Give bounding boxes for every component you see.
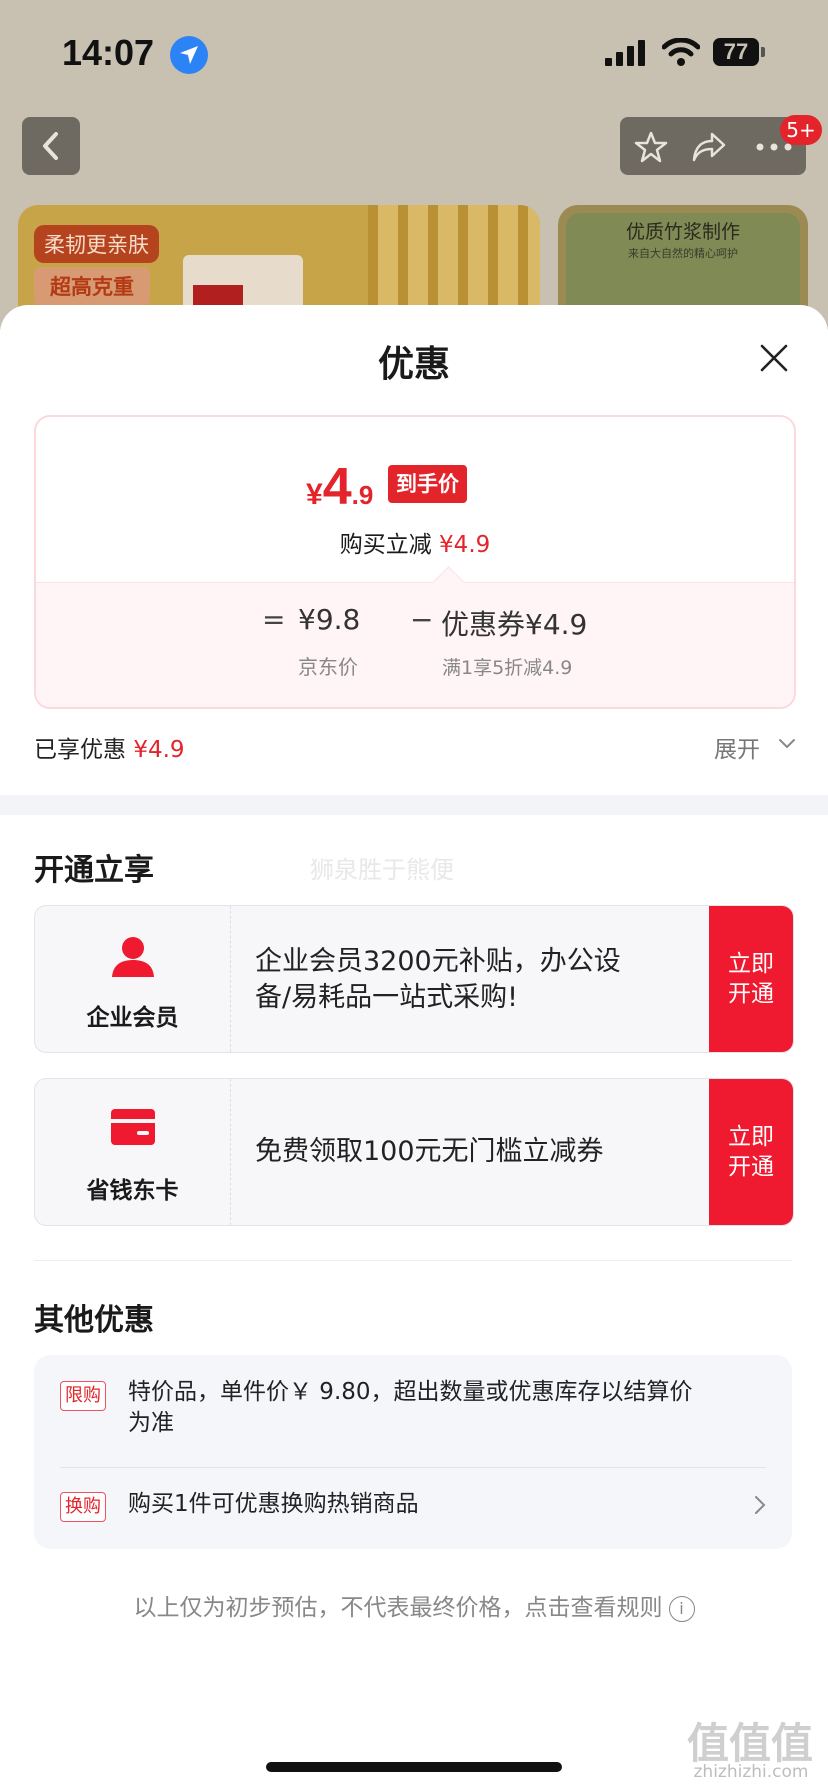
banner2-title: 优质竹浆制作 (625, 221, 740, 243)
coupon-amount: 优惠券¥4.9 (441, 608, 588, 641)
corner-watermark-site: zhizhizhi.com (693, 1762, 809, 1782)
open-now-line1: 立即 (728, 1124, 774, 1150)
limit-text-line2: 为准 (128, 1410, 174, 1436)
coupon-rule: 满1享5折减4.9 (442, 657, 573, 679)
sheet-title: 优惠 (377, 344, 450, 385)
final-price: ¥4.9 (306, 457, 373, 517)
image-watermark: 狮泉胜于熊便 (310, 856, 454, 884)
back-button[interactable] (22, 117, 80, 175)
jd-price-label: 京东价 (298, 655, 358, 679)
final-price-tag: 到手价 (388, 465, 467, 503)
section-divider (0, 795, 828, 815)
cellular-signal-icon (605, 40, 645, 66)
other-discounts: 限购 特价品，单件价￥ 9.80，超出数量或优惠库存以结算价 为准 换购 购买1… (34, 1355, 792, 1549)
open-now-button[interactable]: 立即 开通 (709, 906, 793, 1052)
user-icon (112, 937, 154, 977)
card-icon (111, 1109, 155, 1145)
limit-text-line1: 特价品，单件价￥ 9.80，超出数量或优惠库存以结算价 (128, 1379, 693, 1405)
more-icon[interactable] (756, 143, 792, 151)
card-desc-line1: 免费领取100元无门槛立减券 (255, 1136, 604, 1167)
close-icon[interactable] (756, 340, 792, 376)
location-arrow-icon (170, 36, 208, 74)
banner2-subtitle: 来自大自然的精心呵护 (628, 247, 738, 260)
saving-card[interactable]: 省钱东卡 免费领取100元无门槛立减券 立即 开通 (34, 1078, 794, 1226)
card-description: 免费领取100元无门槛立减券 (255, 1134, 604, 1170)
rules-footnote[interactable]: 以上仅为初步预估，不代表最终价格，点击查看规则 i (0, 1588, 828, 1622)
price-breakdown: = ¥9.8 − 优惠券¥4.9 京东价 满1享5折减4.9 (36, 566, 794, 707)
enjoyed-value: ¥4.9 (133, 737, 185, 763)
home-indicator[interactable] (266, 1762, 562, 1772)
exchange-row[interactable]: 购买1件可优惠换购热销商品 (128, 1489, 419, 1520)
buy-reduce-label: 购买立减 (339, 532, 432, 558)
battery-icon: 77 (713, 38, 759, 66)
minus-sign: − (410, 603, 434, 636)
promo-pill-2: 超高克重 (34, 267, 150, 305)
price-integer: 4 (322, 458, 352, 516)
wifi-icon (662, 38, 700, 66)
open-now-line2: 开通 (728, 981, 774, 1007)
price-card-top: ¥4.9 到手价 购买立减 ¥4.9 (36, 417, 794, 582)
enjoyed-discount: 已享优惠 ¥4.9 (34, 730, 185, 764)
open-now-button[interactable]: 立即 开通 (709, 1079, 793, 1225)
exchange-tag: 换购 (60, 1492, 106, 1522)
chevron-left-icon (43, 132, 58, 160)
open-now-line1: 立即 (728, 951, 774, 977)
buy-reduce-value: ¥4.9 (439, 532, 491, 558)
divider (34, 1260, 792, 1261)
limit-tag: 限购 (60, 1381, 106, 1411)
status-bar: 14:07 77 (0, 0, 828, 100)
price-currency: ¥ (306, 478, 323, 511)
jd-price: ¥9.8 (298, 603, 361, 636)
expand-label: 展开 (714, 737, 760, 763)
card-name: 省钱东卡 (86, 1178, 179, 1204)
status-time: 14:07 (62, 32, 155, 73)
chevron-right-icon[interactable] (754, 1495, 766, 1515)
divider (60, 1467, 766, 1468)
enterprise-member-card[interactable]: 企业会员 企业会员3200元补贴，办公设 备/易耗品一站式采购! 立即 开通 (34, 905, 794, 1053)
expand-button[interactable]: 展开 (714, 730, 795, 764)
buy-reduce-line: 购买立减 ¥4.9 (36, 525, 794, 559)
background-page: 14:07 77 5+ 柔韧更亲肤 超高克重 优质竹浆制作 来自大自然的精心呵护 (0, 0, 828, 330)
promo-pill-1: 柔韧更亲肤 (34, 225, 159, 263)
chevron-down-icon (779, 739, 795, 749)
other-section-title: 其他优惠 (34, 1303, 154, 1338)
toolbar-actions (620, 117, 806, 175)
discount-sheet: 优惠 ¥4.9 到手价 购买立减 ¥4.9 = ¥9.8 − 优惠券¥4.9 京… (0, 305, 828, 1792)
card-desc-line2: 备/易耗品一站式采购! (255, 982, 518, 1013)
card-desc-line1: 企业会员3200元补贴，办公设 (255, 946, 621, 977)
card-left: 企业会员 (35, 906, 231, 1052)
open-now-line2: 开通 (728, 1154, 774, 1180)
card-left: 省钱东卡 (35, 1079, 231, 1225)
equals-sign: = (262, 603, 286, 636)
battery-tip (761, 47, 765, 57)
enjoyed-label: 已享优惠 (34, 737, 126, 763)
open-section-title: 开通立享 (34, 853, 154, 888)
limit-text: 特价品，单件价￥ 9.80，超出数量或优惠库存以结算价 为准 (128, 1377, 693, 1439)
star-icon[interactable] (634, 131, 668, 163)
card-description: 企业会员3200元补贴，办公设 备/易耗品一站式采购! (255, 944, 621, 1016)
more-badge: 5+ (780, 115, 822, 145)
price-card: ¥4.9 到手价 购买立减 ¥4.9 = ¥9.8 − 优惠券¥4.9 京东价 … (34, 415, 796, 709)
card-name: 企业会员 (86, 1005, 179, 1031)
price-decimal: .9 (351, 480, 374, 510)
footnote-text: 以上仅为初步预估，不代表最终价格，点击查看规则 (133, 1595, 663, 1621)
info-icon[interactable]: i (668, 1595, 695, 1622)
share-icon[interactable] (692, 131, 726, 163)
exchange-text: 购买1件可优惠换购热销商品 (128, 1491, 419, 1517)
